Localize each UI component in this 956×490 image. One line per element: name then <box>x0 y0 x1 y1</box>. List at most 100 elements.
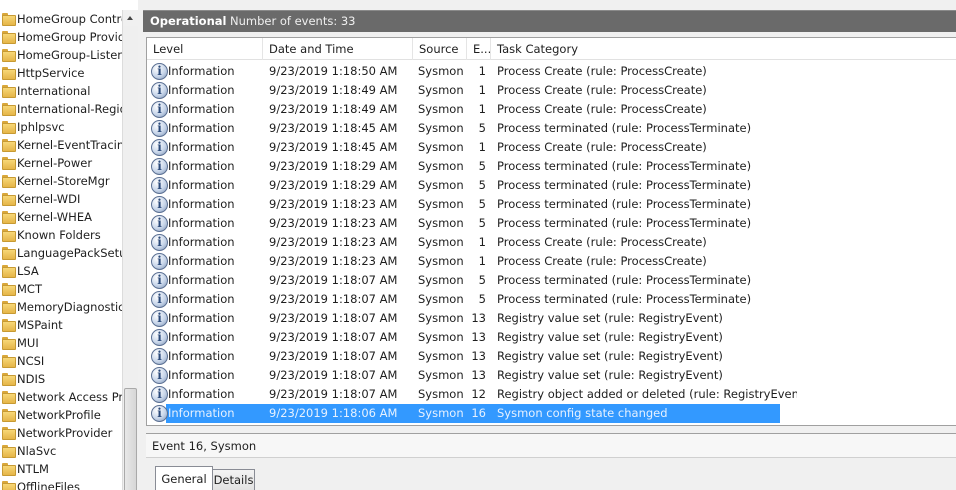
tree-item-label: HomeGroup-Listene <box>17 48 122 62</box>
cell-level: Information <box>168 387 235 401</box>
column-header-date[interactable]: Date and Time <box>263 38 413 60</box>
tree-item[interactable]: Iphlpsvc <box>0 118 122 136</box>
event-count: Number of events: 33 <box>230 14 356 28</box>
tree-item[interactable]: NDIS <box>0 370 122 388</box>
table-row[interactable]: i Information 9/23/2019 1:18:29 AM Sysmon 5 P… <box>147 157 956 176</box>
cell-level: Information <box>168 235 235 249</box>
tree-item[interactable]: NTLM <box>0 460 122 478</box>
tree-item[interactable]: Known Folders <box>0 226 122 244</box>
table-row[interactable]: i Information 9/23/2019 1:18:49 AM Sysmon 1 P… <box>147 100 956 119</box>
table-row[interactable]: i Information 9/23/2019 1:18:07 AM Sysmon 5 P… <box>147 271 956 290</box>
tree-item[interactable]: International-Regio <box>0 100 122 118</box>
folder-icon <box>2 301 16 314</box>
cell-task-category: Registry value set (rule: RegistryEvent) <box>497 368 723 382</box>
log-name: Operational <box>150 14 227 28</box>
event-viewer-window: HomeGroup Contro HomeGroup Provid HomeGrou… <box>0 0 956 490</box>
scroll-up-button[interactable] <box>123 10 138 26</box>
cell-task-category: Process Create (rule: ProcessCreate) <box>497 235 707 249</box>
tab-general[interactable]: General <box>155 466 213 490</box>
table-row[interactable]: i Information 9/23/2019 1:18:07 AM Sysmon 12… <box>147 385 956 404</box>
tree-item[interactable]: Kernel-Power <box>0 154 122 172</box>
cell-date: 9/23/2019 1:18:07 AM <box>269 387 398 401</box>
table-row[interactable]: i Information 9/23/2019 1:18:49 AM Sysmon 1 P… <box>147 81 956 100</box>
table-row[interactable]: i Information 9/23/2019 1:18:06 AM Sysmon 16… <box>147 404 956 423</box>
info-icon: i <box>151 120 168 137</box>
cell-date: 9/23/2019 1:18:29 AM <box>269 159 398 173</box>
tree-item[interactable]: Kernel-EventTracing <box>0 136 122 154</box>
table-row[interactable]: i Information 9/23/2019 1:18:07 AM Sysmon 13… <box>147 309 956 328</box>
folder-icon <box>2 193 16 206</box>
table-row[interactable]: i Information 9/23/2019 1:18:07 AM Sysmon 13… <box>147 328 956 347</box>
tree-item[interactable]: NlaSvc <box>0 442 122 460</box>
info-icon: i <box>151 310 168 327</box>
folder-icon <box>2 103 16 116</box>
tree-item[interactable]: NCSI <box>0 352 122 370</box>
tree-item[interactable]: OfflineFiles <box>0 478 122 490</box>
tree-item-label: MCT <box>17 282 42 296</box>
table-row[interactable]: i Information 9/23/2019 1:18:50 AM Sysmon 1 P… <box>147 62 956 81</box>
cell-date: 9/23/2019 1:18:07 AM <box>269 330 398 344</box>
tree-item[interactable]: HomeGroup Provid <box>0 28 122 46</box>
info-icon: i <box>151 405 168 422</box>
tree-item[interactable]: MSPaint <box>0 316 122 334</box>
table-row[interactable]: i Information 9/23/2019 1:18:45 AM Sysmon 5 P… <box>147 119 956 138</box>
cell-source: Sysmon <box>418 273 464 287</box>
table-row[interactable]: i Information 9/23/2019 1:18:23 AM Sysmon 5 P… <box>147 214 956 233</box>
tree-item[interactable]: International <box>0 82 122 100</box>
main-pane: Operational Number of events: 33 Level D… <box>138 0 956 490</box>
tree-item[interactable]: HomeGroup-Listene <box>0 46 122 64</box>
tree-item[interactable]: Kernel-WHEA <box>0 208 122 226</box>
cell-task-category: Sysmon config state changed <box>497 406 668 420</box>
info-icon: i <box>151 215 168 232</box>
table-row[interactable]: i Information 9/23/2019 1:18:07 AM Sysmon 5 P… <box>147 290 956 309</box>
cell-task-category: Process Create (rule: ProcessCreate) <box>497 254 707 268</box>
table-row[interactable]: i Information 9/23/2019 1:18:23 AM Sysmon 5 P… <box>147 195 956 214</box>
tree-item-label: NlaSvc <box>17 444 57 458</box>
scroll-thumb[interactable] <box>124 388 137 490</box>
table-row[interactable]: i Information 9/23/2019 1:18:07 AM Sysmon 13… <box>147 347 956 366</box>
tree-item-label: MUI <box>17 336 39 350</box>
tree-item[interactable]: MUI <box>0 334 122 352</box>
cell-event-id: 12 <box>471 387 486 401</box>
log-header-bar: Operational Number of events: 33 <box>143 10 956 32</box>
tab-details[interactable]: Details <box>213 469 255 490</box>
tree-item[interactable]: NetworkProfile <box>0 406 122 424</box>
table-row[interactable]: i Information 9/23/2019 1:18:45 AM Sysmon 1 P… <box>147 138 956 157</box>
column-header-source[interactable]: Source <box>413 38 467 60</box>
table-row[interactable]: i Information 9/23/2019 1:18:29 AM Sysmon 5 P… <box>147 176 956 195</box>
tree-item[interactable]: Kernel-WDI <box>0 190 122 208</box>
cell-date: 9/23/2019 1:18:07 AM <box>269 273 398 287</box>
cell-source: Sysmon <box>418 64 464 78</box>
table-row[interactable]: i Information 9/23/2019 1:18:07 AM Sysmon 13… <box>147 366 956 385</box>
column-header-event-id[interactable]: E... <box>467 38 491 60</box>
cell-source: Sysmon <box>418 406 464 420</box>
tree-item[interactable]: NetworkProvider <box>0 424 122 442</box>
table-row[interactable]: i Information 9/23/2019 1:18:23 AM Sysmon 1 P… <box>147 252 956 271</box>
tree-item[interactable]: HttpService <box>0 64 122 82</box>
info-icon: i <box>151 272 168 289</box>
info-icon: i <box>151 139 168 156</box>
tree-item[interactable]: Kernel-StoreMgr <box>0 172 122 190</box>
cell-source: Sysmon <box>418 197 464 211</box>
tree-item-label: NetworkProvider <box>17 426 113 440</box>
tree-item[interactable]: HomeGroup Contro <box>0 10 122 28</box>
cell-source: Sysmon <box>418 368 464 382</box>
tree-item[interactable]: LSA <box>0 262 122 280</box>
tree-item[interactable]: MCT <box>0 280 122 298</box>
tree-item[interactable]: MemoryDiagnostics <box>0 298 122 316</box>
folder-icon <box>2 49 16 62</box>
info-icon: i <box>151 253 168 270</box>
cell-level: Information <box>168 64 235 78</box>
cell-date: 9/23/2019 1:18:23 AM <box>269 216 398 230</box>
column-header-level[interactable]: Level <box>147 38 263 60</box>
cell-level: Information <box>168 406 235 420</box>
info-icon: i <box>151 82 168 99</box>
table-row[interactable]: i Information 9/23/2019 1:18:23 AM Sysmon 1 P… <box>147 233 956 252</box>
column-header-task-category[interactable]: Task Category <box>491 38 821 60</box>
folder-icon <box>2 211 16 224</box>
grid-rows: i Information 9/23/2019 1:18:50 AM Sysmon 1 P… <box>147 62 956 423</box>
tree-item[interactable]: LanguagePackSetup <box>0 244 122 262</box>
cell-level: Information <box>168 216 235 230</box>
tree-item[interactable]: Network Access Pro <box>0 388 122 406</box>
tree-scrollbar[interactable] <box>122 10 138 490</box>
